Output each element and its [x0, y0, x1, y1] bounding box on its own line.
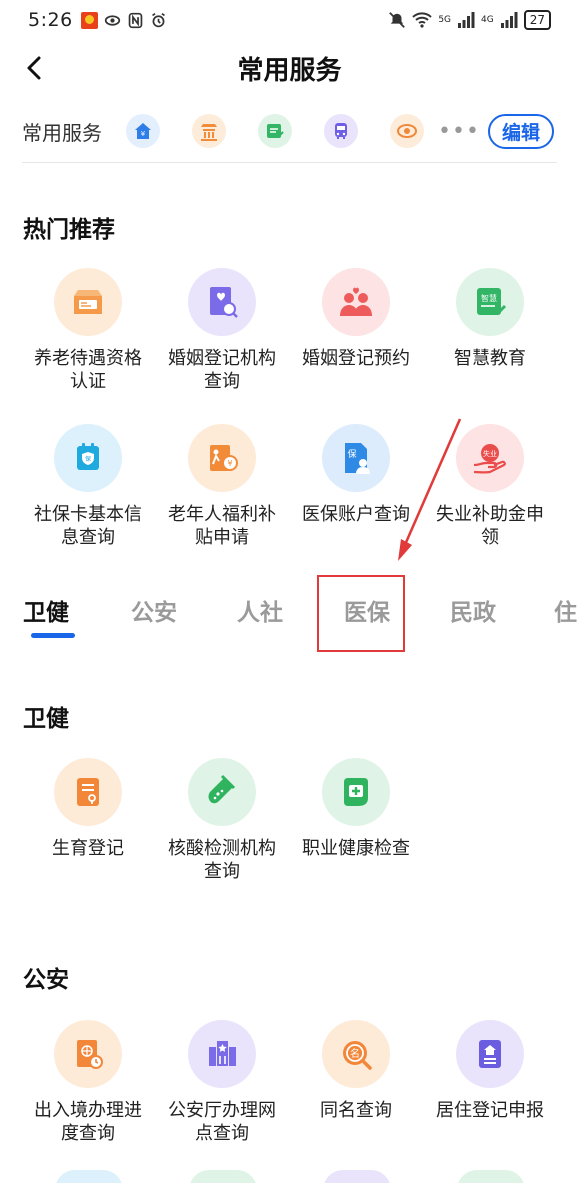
battery-indicator: 27: [523, 10, 551, 30]
category-tabs: 卫健 公安 人社 医保 民政 住: [0, 585, 579, 645]
service-label: 生育登记: [52, 838, 124, 859]
alarm-icon: [151, 12, 165, 27]
app-notification-icon: [80, 11, 98, 29]
social-card-icon: 保: [77, 443, 99, 470]
favorites-label: 常用服务: [22, 120, 102, 145]
service-marriage-office-search[interactable]: 婚姻登记机构查询: [155, 268, 289, 393]
partial-service-icon: [457, 1170, 525, 1183]
eye-icon: [104, 14, 120, 26]
status-time: 5:26: [28, 9, 73, 31]
service-same-name-search[interactable]: 名 同名查询: [289, 1020, 423, 1122]
service-label: 婚姻登记机构查询: [168, 348, 276, 392]
svg-text:名: 名: [350, 1047, 360, 1060]
name-search-icon: 名: [343, 1041, 372, 1070]
fav-temple-icon[interactable]: [192, 114, 226, 148]
page-title: 常用服务: [237, 55, 342, 86]
annotation-arrow-icon: [398, 418, 462, 561]
divider: [22, 162, 557, 163]
nfc-icon: [128, 12, 142, 28]
title-bar: 常用服务: [0, 40, 579, 96]
fav-eye-check-icon[interactable]: [390, 114, 424, 148]
service-police-office-search[interactable]: 公安厅办理网点查询: [155, 1020, 289, 1145]
chevron-left-icon: [27, 56, 41, 80]
service-nucleic-test-search[interactable]: 核酸检测机构查询: [155, 758, 289, 883]
service-label: 出入境办理进度查询: [34, 1100, 142, 1144]
service-label: 智慧教育: [454, 348, 526, 369]
service-birth-registration[interactable]: 生育登记: [21, 758, 155, 860]
marriage-search-icon: [210, 287, 238, 318]
elder-subsidy-icon: ¥: [210, 445, 238, 471]
svg-text:保: 保: [347, 448, 356, 460]
service-label: 居住登记申报: [436, 1100, 544, 1121]
signal-5g-label: 5G: [438, 15, 452, 25]
service-occupational-health-check[interactable]: 职业健康检查: [289, 758, 423, 860]
pension-card-icon: [74, 290, 102, 314]
tab-minzheng[interactable]: 民政: [450, 593, 496, 627]
tab-renshe[interactable]: 人社: [237, 593, 283, 627]
residence-icon: [479, 1040, 501, 1068]
wifi-icon: [412, 12, 433, 28]
passport-icon: [77, 1040, 103, 1069]
service-label: 养老待遇资格认证: [34, 348, 142, 392]
couple-heart-icon: [340, 287, 372, 316]
service-label: 社保卡基本信息查询: [34, 504, 142, 548]
test-tube-icon: [208, 774, 236, 804]
service-label: 公安厅办理网点查询: [168, 1100, 276, 1144]
medical-account-icon: 保: [345, 443, 370, 474]
partial-service-icon: [189, 1170, 257, 1183]
back-button[interactable]: [14, 48, 54, 88]
fav-smart-edu-icon[interactable]: [258, 114, 292, 148]
smart-edu-icon: 智慧: [477, 288, 507, 315]
service-social-card-info[interactable]: 保 社保卡基本信息查询: [21, 424, 155, 549]
signal-bars-icon: [458, 12, 475, 28]
service-pension-qualification[interactable]: 养老待遇资格认证: [21, 268, 155, 393]
unemployment-icon: 失业: [473, 444, 506, 474]
service-exit-entry-progress[interactable]: 出入境办理进度查询: [21, 1020, 155, 1145]
hot-section-title: 热门推荐: [23, 217, 115, 243]
partial-service-icon: [323, 1170, 391, 1183]
service-label: 核酸检测机构查询: [168, 838, 276, 882]
svg-text:¥: ¥: [141, 130, 146, 138]
gongan-section-title: 公安: [23, 967, 69, 993]
tab-gongan[interactable]: 公安: [131, 593, 177, 627]
service-smart-education[interactable]: 智慧 智慧教育: [423, 268, 557, 370]
signal-bars-icon-2: [500, 12, 518, 28]
weijian-section-title: 卫健: [23, 706, 69, 732]
svg-text:失业: 失业: [483, 449, 497, 458]
more-favorites-icon[interactable]: •••: [438, 119, 480, 144]
signal-4g-label: 4G: [481, 15, 494, 25]
service-label: 老年人福利补贴申请: [168, 504, 276, 548]
fav-house-fund-icon[interactable]: ¥: [126, 114, 160, 148]
tab-yibao[interactable]: 医保: [344, 593, 390, 627]
service-elderly-subsidy[interactable]: ¥ 老年人福利补贴申请: [155, 424, 289, 549]
service-marriage-appointment[interactable]: 婚姻登记预约: [289, 268, 423, 370]
office-building-icon: [209, 1041, 236, 1066]
fav-bus-icon[interactable]: [324, 114, 358, 148]
tab-weijian[interactable]: 卫健: [23, 593, 69, 627]
favorites-bar: 常用服务 ¥ ••• 编辑: [0, 106, 579, 156]
mute-icon: [389, 12, 406, 28]
active-tab-indicator: [31, 633, 75, 638]
partial-service-icon: [55, 1170, 123, 1183]
birth-register-icon: [77, 778, 99, 806]
health-check-icon: [344, 778, 368, 806]
service-label: 婚姻登记预约: [302, 348, 410, 369]
status-bar: 5:26 5G 4G 27: [0, 0, 579, 40]
service-label: 职业健康检查: [302, 838, 410, 859]
svg-text:保: 保: [85, 455, 91, 463]
edit-button[interactable]: 编辑: [487, 113, 554, 149]
svg-text:¥: ¥: [227, 459, 232, 468]
service-label: 同名查询: [320, 1100, 392, 1121]
service-residence-registration[interactable]: 居住登记申报: [423, 1020, 557, 1122]
svg-text:智慧: 智慧: [481, 293, 497, 303]
tab-zhujian[interactable]: 住: [554, 593, 577, 627]
